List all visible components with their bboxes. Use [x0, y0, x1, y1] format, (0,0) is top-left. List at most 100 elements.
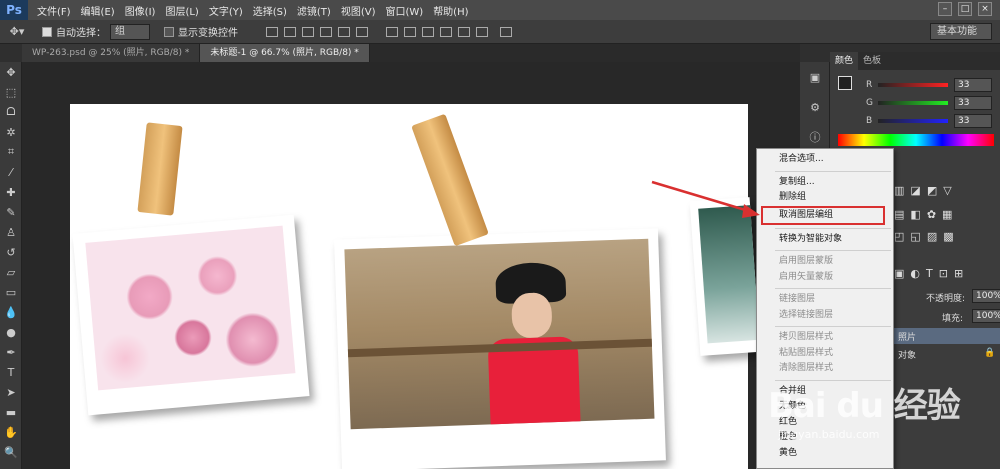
distribute-bottom-icon[interactable]: [422, 26, 434, 37]
show-transform-label: 显示变换控件: [178, 28, 238, 39]
clone-stamp-icon[interactable]: ♙: [0, 222, 22, 242]
align-left-icon[interactable]: [320, 26, 332, 37]
gradient-map-icon[interactable]: ▽: [943, 184, 951, 197]
threshold-icon[interactable]: ▨: [927, 230, 937, 243]
menu-help[interactable]: 帮助(H): [428, 3, 473, 18]
shape-tool-icon[interactable]: ▬: [0, 402, 22, 422]
layer-row-selected[interactable]: 照片: [894, 328, 1000, 344]
distribute-right-icon[interactable]: [476, 26, 488, 37]
menu-yellow[interactable]: 黄色: [757, 446, 893, 462]
menu-delete-group[interactable]: 删除组: [757, 190, 893, 206]
colorbal-icon[interactable]: ◧: [910, 208, 920, 221]
selective-icon[interactable]: ▩: [943, 230, 953, 243]
lasso-tool-icon[interactable]: ᗝ: [0, 102, 22, 122]
move-tool-icon[interactable]: ✥: [0, 62, 22, 82]
align-vcenter-icon[interactable]: [284, 26, 296, 37]
photo-filter-icon[interactable]: ✿: [927, 208, 936, 221]
invert-icon[interactable]: ◰: [894, 230, 904, 243]
menu-type[interactable]: 文字(Y): [204, 3, 248, 18]
tab-color[interactable]: 颜色: [830, 52, 859, 70]
tab-untitled[interactable]: 未标题-1 @ 66.7% (照片, RGB/8) *: [200, 44, 370, 62]
tab-wp263[interactable]: WP-263.psd @ 25% (照片, RGB/8) *: [22, 44, 201, 62]
type-tool-icon[interactable]: T: [0, 362, 22, 382]
marquee-tool-icon[interactable]: ⬚: [0, 82, 22, 102]
menu-duplicate-group[interactable]: 复制组...: [757, 175, 893, 191]
dodge-tool-icon[interactable]: ●: [0, 322, 22, 342]
levels-icon[interactable]: ▥: [894, 184, 904, 197]
show-transform-checkbox[interactable]: [164, 26, 174, 37]
filter-pixel-icon[interactable]: ▣: [894, 267, 904, 280]
pen-tool-icon[interactable]: ✒: [0, 342, 22, 362]
menu-image[interactable]: 图像(I): [120, 3, 161, 18]
filter-shape-icon[interactable]: ⊡: [939, 267, 948, 280]
menu-view[interactable]: 视图(V): [336, 3, 381, 18]
menu-select[interactable]: 选择(S): [248, 3, 292, 18]
document-canvas[interactable]: [70, 104, 761, 469]
green-slider[interactable]: [878, 101, 948, 105]
align-right-icon[interactable]: [356, 26, 368, 37]
align-hcenter-icon[interactable]: [338, 26, 350, 37]
baidu-watermark: Bai du 经验: [768, 386, 961, 426]
align-top-icon[interactable]: [266, 26, 278, 37]
green-value[interactable]: 33: [954, 96, 992, 110]
workspace-dropdown[interactable]: 基本功能: [930, 23, 992, 40]
red-slider[interactable]: [878, 83, 948, 87]
distribute-vcenter-icon[interactable]: [404, 26, 416, 37]
foreground-swatch[interactable]: [838, 76, 852, 90]
gradient-tool-icon[interactable]: ▭: [0, 282, 22, 302]
filter-type-icon[interactable]: T: [926, 267, 933, 280]
auto-align-icon[interactable]: [500, 26, 512, 37]
menu-edit[interactable]: 编辑(E): [76, 3, 120, 18]
auto-select-dropdown[interactable]: 组: [110, 23, 150, 40]
filter-adjust-icon[interactable]: ◐: [910, 267, 920, 280]
healing-brush-icon[interactable]: ✚: [0, 182, 22, 202]
menu-enable-layer-mask: 启用图层蒙版: [779, 256, 834, 266]
adjustment-icons-row2: ▤ ◧ ✿ ▦: [894, 208, 952, 221]
fill-value[interactable]: 100%: [972, 309, 1000, 323]
crop-tool-icon[interactable]: ⌗: [0, 142, 22, 162]
menu-layer[interactable]: 图层(L): [160, 3, 203, 18]
menu-file[interactable]: 文件(F): [32, 3, 76, 18]
blue-label: B: [866, 116, 873, 126]
menu-convert-smart-object[interactable]: 转换为智能对象: [757, 232, 893, 248]
menu-window[interactable]: 窗口(W): [380, 3, 428, 18]
distribute-hcenter-icon[interactable]: [458, 26, 470, 37]
eraser-icon[interactable]: ▱: [0, 262, 22, 282]
auto-select-checkbox[interactable]: [42, 26, 52, 37]
posterize-icon[interactable]: ◱: [910, 230, 920, 243]
tab-swatches[interactable]: 色板: [858, 52, 886, 70]
eyedropper-icon[interactable]: ⁄: [0, 162, 22, 182]
history-brush-icon[interactable]: ↺: [0, 242, 22, 262]
history-panel-icon[interactable]: ▣: [800, 62, 830, 92]
canvas-area[interactable]: [22, 62, 800, 469]
hand-tool-icon[interactable]: ✋: [0, 422, 22, 442]
color-spectrum[interactable]: [838, 134, 994, 146]
options-bar: ✥▾ 自动选择： 组 显示变换控件 基本功能: [0, 20, 1000, 44]
properties-panel-icon[interactable]: ⚙: [800, 92, 830, 122]
magic-wand-icon[interactable]: ✲: [0, 122, 22, 142]
blue-slider[interactable]: [878, 119, 948, 123]
filter-smart-icon[interactable]: ⊞: [954, 267, 963, 280]
exposure-icon[interactable]: ◩: [927, 184, 937, 197]
zoom-tool-icon[interactable]: 🔍: [0, 442, 22, 462]
distribute-left-icon[interactable]: [440, 26, 452, 37]
path-select-icon[interactable]: ➤: [0, 382, 22, 402]
opacity-value[interactable]: 100%: [972, 289, 1000, 303]
hue-icon[interactable]: ▤: [894, 208, 904, 221]
distribute-top-icon[interactable]: [386, 26, 398, 37]
blur-tool-icon[interactable]: 💧: [0, 302, 22, 322]
layer-name-photo: 照片: [898, 333, 917, 343]
menu-filter[interactable]: 滤镜(T): [292, 3, 336, 18]
close-icon[interactable]: ×: [978, 2, 992, 16]
move-tool-preset-icon[interactable]: ✥▾: [0, 22, 34, 42]
minimize-icon[interactable]: –: [938, 2, 952, 16]
red-value[interactable]: 33: [954, 78, 992, 92]
blue-value[interactable]: 33: [954, 114, 992, 128]
align-bottom-icon[interactable]: [302, 26, 314, 37]
curves-icon[interactable]: ◪: [910, 184, 920, 197]
mixer-icon[interactable]: ▦: [942, 208, 952, 221]
menu-ungroup-layers[interactable]: 取消图层编组: [761, 205, 885, 225]
brush-tool-icon[interactable]: ✎: [0, 202, 22, 222]
menu-blending-options[interactable]: 混合选项...: [757, 152, 893, 168]
maximize-icon[interactable]: □: [958, 2, 972, 16]
